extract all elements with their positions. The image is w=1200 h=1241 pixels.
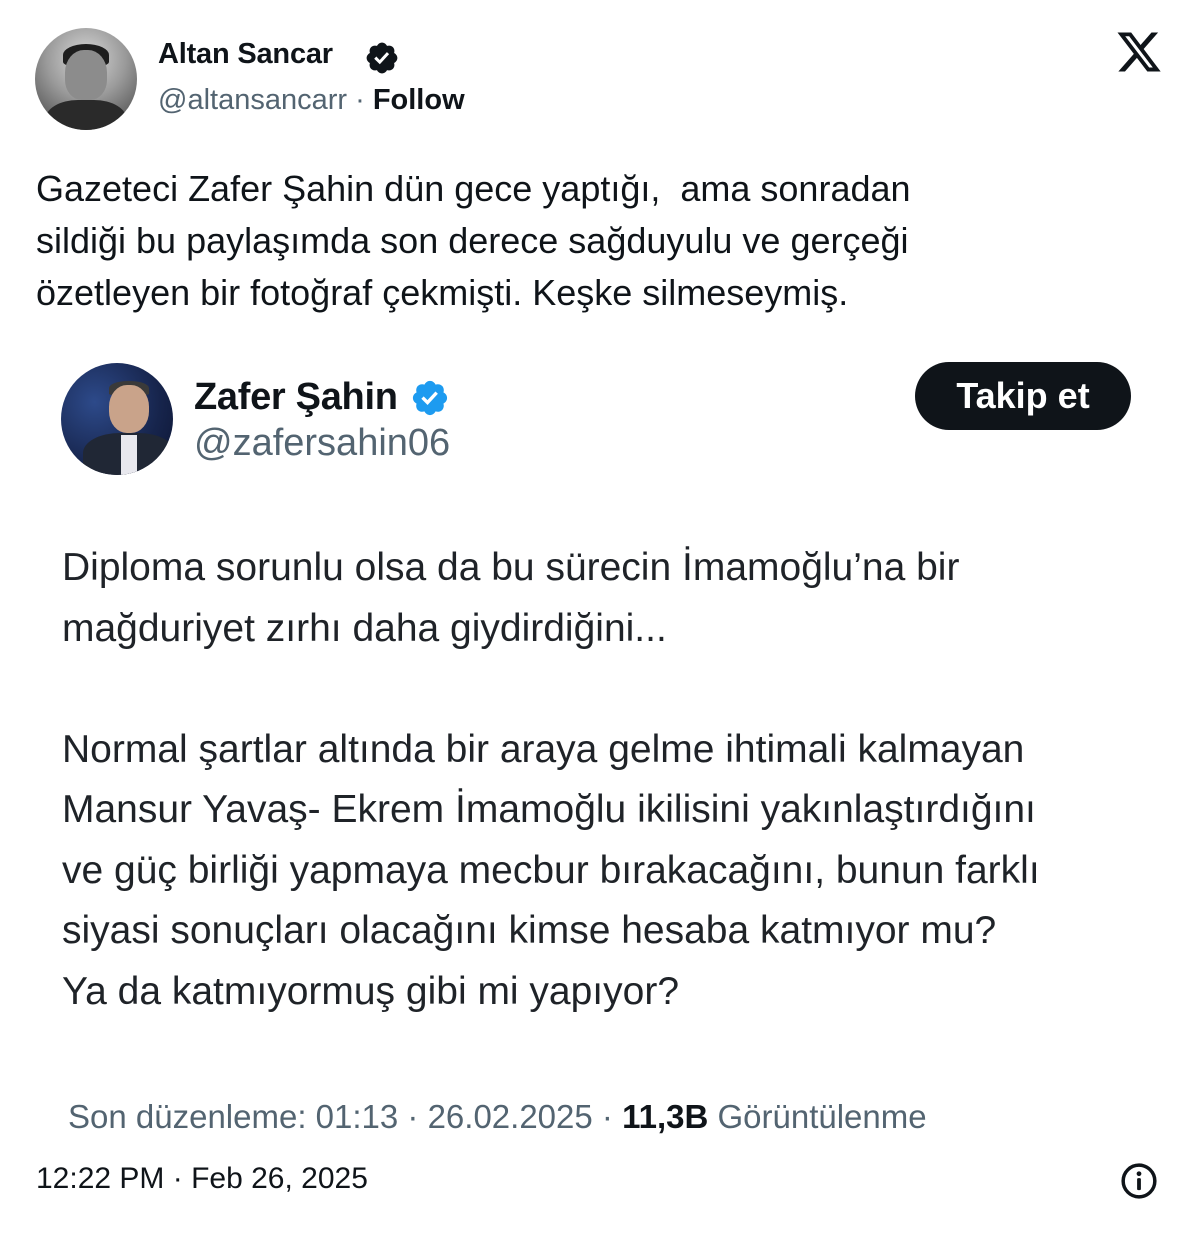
tweet-timestamp[interactable]: 12:22 PM · Feb 26, 2025 (36, 1162, 368, 1196)
handle-separator: · (347, 84, 373, 116)
x-logo-icon[interactable] (1114, 28, 1164, 76)
verified-badge-icon (366, 42, 398, 74)
author-handle[interactable]: @altansancarr (158, 84, 347, 116)
embedded-author-avatar (61, 363, 173, 475)
edited-label: Son düzenleme: 01:13 · 26.02.2025 (68, 1098, 593, 1135)
author-name[interactable]: Altan Sancar (158, 38, 333, 71)
views-label: Görüntülenme (708, 1098, 927, 1135)
views-separator: · (592, 1098, 623, 1135)
info-icon[interactable] (1120, 1162, 1158, 1200)
embedded-post-meta: Son düzenleme: 01:13 · 26.02.2025 · 11,3… (68, 1098, 927, 1136)
embedded-author-handle: @zafersahin06 (194, 422, 451, 464)
views-count: 11,3B (622, 1098, 709, 1135)
embedded-post-text: Diploma sorunlu olsa da bu sürecin İmamo… (62, 546, 1040, 1013)
follow-link[interactable]: Follow (373, 84, 465, 116)
author-handle-row: @altansancarr · Follow (158, 84, 465, 117)
embedded-author-name: Zafer Şahin (194, 376, 398, 418)
tweet-text: Gazeteci Zafer Şahin dün gece yaptığı, a… (36, 168, 911, 313)
embedded-verified-badge-icon (412, 380, 448, 416)
takip-et-button: Takip et (915, 362, 1131, 430)
author-avatar[interactable] (35, 28, 137, 130)
